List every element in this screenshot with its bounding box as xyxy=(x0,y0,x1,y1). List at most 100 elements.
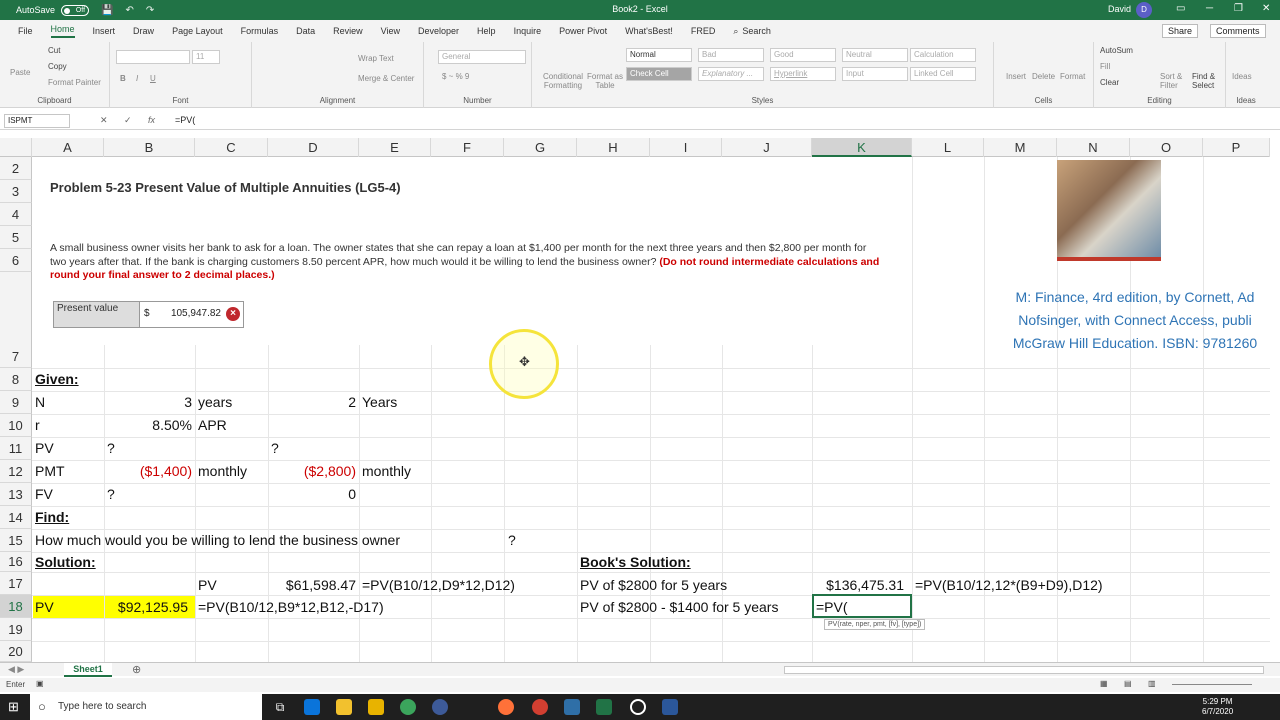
cell-k18-editing[interactable]: =PV( xyxy=(816,597,848,617)
windows-start-icon[interactable]: ⊞ xyxy=(8,699,19,715)
row-header-selected[interactable]: 18 xyxy=(0,595,32,618)
wrap-text-button[interactable]: Wrap Text xyxy=(358,54,394,63)
zoom-slider[interactable] xyxy=(1172,684,1252,685)
cell-h18[interactable]: PV of $2800 - $1400 for 5 years xyxy=(580,597,778,617)
column-header[interactable]: J xyxy=(722,138,812,157)
column-header[interactable]: A xyxy=(32,138,104,157)
tab-page-layout[interactable]: Page Layout xyxy=(172,26,223,36)
column-header[interactable]: M xyxy=(984,138,1057,157)
row-header[interactable]: 13 xyxy=(0,483,32,506)
cell-e12[interactable]: monthly xyxy=(362,461,411,481)
row-header[interactable]: 2 xyxy=(0,157,32,180)
cell-a14[interactable]: Find: xyxy=(35,507,69,527)
style-good[interactable]: Good xyxy=(770,48,836,62)
merge-center-button[interactable]: Merge & Center xyxy=(358,74,414,83)
cell-a9[interactable]: N xyxy=(35,392,45,412)
cell-d9[interactable]: 2 xyxy=(268,392,356,412)
insert-cells-button[interactable]: Insert xyxy=(1006,72,1026,81)
bold-button[interactable]: B xyxy=(120,74,126,83)
tab-power-pivot[interactable]: Power Pivot xyxy=(559,26,607,36)
tab-formulas[interactable]: Formulas xyxy=(241,26,279,36)
redo-icon[interactable]: ↷ xyxy=(146,5,154,16)
row-header[interactable]: 7 xyxy=(0,272,32,368)
cell-a8[interactable]: Given: xyxy=(35,369,79,389)
fill-button[interactable]: Fill xyxy=(1100,62,1110,71)
cell-c9[interactable]: years xyxy=(198,392,232,412)
cell-a10[interactable]: r xyxy=(35,415,40,435)
format-painter-button[interactable]: Format Painter xyxy=(48,78,101,87)
chrome-alt-icon[interactable] xyxy=(532,699,548,715)
insert-function-icon[interactable]: fx xyxy=(148,115,155,125)
task-view-icon[interactable]: ⧉ xyxy=(272,699,288,715)
name-box[interactable]: ISPMT xyxy=(4,114,70,128)
column-header-selected[interactable]: K xyxy=(812,138,912,157)
style-neutral[interactable]: Neutral xyxy=(842,48,908,62)
sort-filter-button[interactable]: Sort & Filter xyxy=(1160,72,1190,90)
cancel-formula-icon[interactable]: ✕ xyxy=(100,115,108,126)
conditional-formatting-button[interactable]: Conditional Formatting xyxy=(538,72,588,90)
style-input[interactable]: Input xyxy=(842,67,908,81)
view-page-layout-icon[interactable]: ▤ xyxy=(1124,679,1132,688)
tab-insert[interactable]: Insert xyxy=(93,26,116,36)
tab-review[interactable]: Review xyxy=(333,26,363,36)
column-header[interactable]: I xyxy=(650,138,722,157)
style-normal[interactable]: Normal xyxy=(626,48,692,62)
select-all-corner[interactable] xyxy=(0,138,32,157)
row-header[interactable]: 12 xyxy=(0,460,32,483)
column-header[interactable]: C xyxy=(195,138,268,157)
cell-a11[interactable]: PV xyxy=(35,438,54,458)
format-cells-button[interactable]: Format xyxy=(1060,72,1085,81)
paste-button[interactable]: Paste xyxy=(10,68,30,77)
tab-file[interactable]: File xyxy=(18,26,33,36)
tab-inquire[interactable]: Inquire xyxy=(514,26,542,36)
cell-a18[interactable]: PV xyxy=(35,597,54,617)
tell-me-search[interactable]: Search xyxy=(742,26,771,36)
row-header[interactable]: 17 xyxy=(0,572,32,595)
style-linked-cell[interactable]: Linked Cell xyxy=(910,67,976,81)
cell-g15[interactable]: ? xyxy=(508,530,516,550)
column-header[interactable]: E xyxy=(359,138,431,157)
share-button[interactable]: Share xyxy=(1162,24,1199,38)
record-icon[interactable] xyxy=(630,699,646,715)
ribbon-display-icon[interactable]: ▭ xyxy=(1176,3,1185,14)
cell-a13[interactable]: FV xyxy=(35,484,53,504)
view-normal-icon[interactable]: ▦ xyxy=(1100,679,1108,688)
column-header[interactable]: N xyxy=(1057,138,1130,157)
formula-input[interactable]: =PV( xyxy=(175,115,195,125)
style-explanatory[interactable]: Explanatory ... xyxy=(698,67,764,81)
cell-a15[interactable]: How much would you be willing to lend th… xyxy=(35,530,400,550)
copy-button[interactable]: Copy xyxy=(48,62,67,71)
number-format-select[interactable]: General xyxy=(438,50,526,64)
word-icon[interactable] xyxy=(662,699,678,715)
row-header[interactable]: 20 xyxy=(0,641,32,662)
horizontal-scrollbar[interactable] xyxy=(784,666,1264,674)
style-bad[interactable]: Bad xyxy=(698,48,764,62)
row-header[interactable]: 14 xyxy=(0,506,32,529)
cell-d11[interactable]: ? xyxy=(271,438,279,458)
row-header[interactable]: 15 xyxy=(0,529,32,552)
cell-c17[interactable]: PV xyxy=(198,575,217,595)
save-icon[interactable]: 💾 xyxy=(101,5,113,16)
tab-help[interactable]: Help xyxy=(477,26,496,36)
autosum-button[interactable]: AutoSum xyxy=(1100,46,1133,55)
folder-icon[interactable] xyxy=(368,699,384,715)
delete-cells-button[interactable]: Delete xyxy=(1032,72,1055,81)
chrome-icon[interactable] xyxy=(400,699,416,715)
clear-button[interactable]: Clear xyxy=(1100,78,1119,87)
book-cover-image[interactable] xyxy=(1057,160,1161,261)
column-header[interactable]: L xyxy=(912,138,984,157)
row-header[interactable]: 5 xyxy=(0,226,32,249)
cell-c18[interactable]: =PV(B10/12,B9*12,B12,-D17) xyxy=(198,597,384,617)
cell-b13[interactable]: ? xyxy=(107,484,115,504)
add-sheet-icon[interactable]: ⊕ xyxy=(132,663,141,676)
taskbar-clock[interactable]: 5:29 PM 6/7/2020 xyxy=(1202,697,1233,717)
cell-e9[interactable]: Years xyxy=(362,392,397,412)
column-header[interactable]: F xyxy=(431,138,504,157)
cell-b18[interactable]: $92,125.95 xyxy=(104,597,188,617)
cell-d12[interactable]: ($2,800) xyxy=(268,461,356,481)
cell-b11[interactable]: ? xyxy=(107,438,115,458)
find-select-button[interactable]: Find & Select xyxy=(1192,72,1226,90)
minimize-icon[interactable]: ─ xyxy=(1206,3,1213,14)
column-header[interactable]: O xyxy=(1130,138,1203,157)
cell-l17[interactable]: =PV(B10/12,12*(B9+D9),D12) xyxy=(915,575,1103,595)
